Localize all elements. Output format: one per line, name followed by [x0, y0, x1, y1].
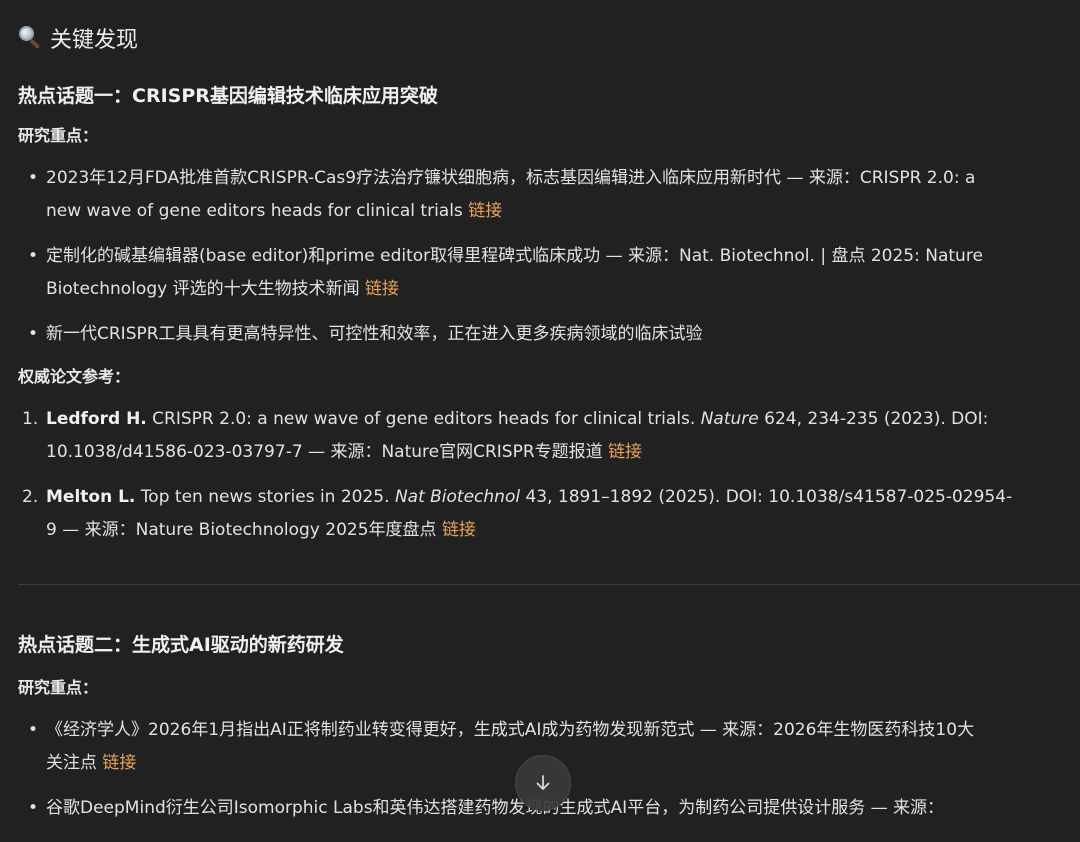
list-item: • 新一代CRISPR工具具有更高特异性、可控性和效率，正在进入更多疾病领域的临…	[18, 318, 1060, 351]
scroll-to-bottom-button[interactable]	[515, 755, 571, 811]
reference-journal: Nat Biotechnol	[394, 487, 521, 507]
reference-item: 2. Melton L. Top ten news stories in 202…	[22, 487, 1013, 540]
source-link[interactable]: 链接	[365, 279, 399, 299]
bullet: •	[28, 246, 39, 266]
topic-1-points: • 2023年12月FDA批准首款CRISPR-Cas9疗法治疗镰状细胞病，标志…	[18, 162, 1060, 351]
section-title: 关键发现	[50, 28, 139, 53]
topic-2-title: 热点话题二：生成式AI驱动的新药研发	[18, 634, 344, 656]
topic-1-refs: 1. Ledford H. CRISPR 2.0: a new wave of …	[18, 403, 1060, 547]
reference-author: Melton L.	[46, 487, 136, 507]
section-heading: 关键发现	[18, 18, 1060, 58]
source-link[interactable]: 链接	[102, 753, 136, 773]
list-item: • 2023年12月FDA批准首款CRISPR-Cas9疗法治疗镰状细胞病，标志…	[18, 162, 1060, 228]
source-link[interactable]: 链接	[442, 520, 476, 540]
topic-1-focus-label: 研究重点：	[18, 126, 99, 145]
bullet: •	[28, 798, 39, 818]
topic-1-title: 热点话题一：CRISPR基因编辑技术临床应用突破	[18, 85, 438, 107]
bullet: •	[28, 324, 39, 344]
topic-1-refs-label: 权威论文参考：	[18, 367, 131, 386]
reference-journal: Nature	[700, 409, 759, 429]
divider	[18, 584, 1080, 585]
list-item: • 定制化的碱基编辑器(base editor)和prime editor取得里…	[18, 240, 1060, 306]
arrow-down-icon	[536, 775, 550, 790]
bullet: •	[28, 168, 39, 188]
reference-author: Ledford H.	[46, 409, 147, 429]
message-content: 关键发现 热点话题一：CRISPR基因编辑技术临床应用突破 研究重点： • 20…	[0, 0, 1080, 825]
source-link[interactable]: 链接	[468, 201, 502, 221]
reference-item: 1. Ledford H. CRISPR 2.0: a new wave of …	[22, 409, 989, 462]
magnifying-glass-icon	[18, 25, 44, 51]
source-link[interactable]: 链接	[608, 442, 642, 462]
bullet: •	[28, 720, 39, 740]
topic-2-focus-label: 研究重点：	[18, 678, 99, 697]
